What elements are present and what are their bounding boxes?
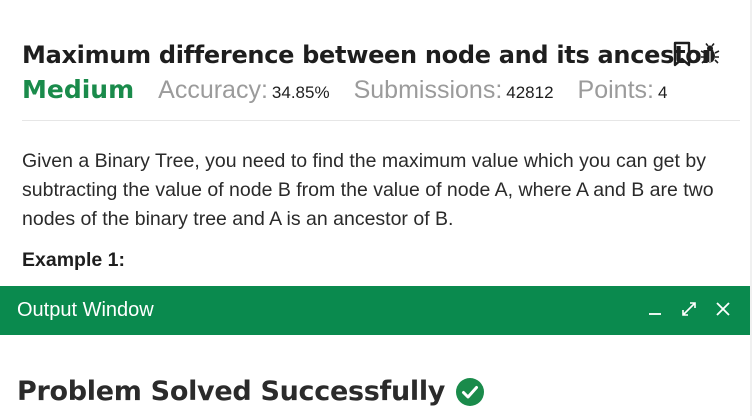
result-row: Problem Solved Successfully xyxy=(17,376,485,407)
output-window-title: Output Window xyxy=(17,299,154,321)
check-circle-icon xyxy=(455,377,485,407)
output-window-header[interactable]: Output Window xyxy=(0,286,752,335)
points-label: Points: xyxy=(577,76,654,104)
bug-icon[interactable] xyxy=(700,43,720,65)
output-window-controls xyxy=(644,298,734,320)
minimize-icon[interactable] xyxy=(644,298,666,320)
close-icon[interactable] xyxy=(712,298,734,320)
bookmark-icon[interactable] xyxy=(672,41,692,67)
accuracy-value: 34.85% xyxy=(271,83,330,102)
problem-panel: Maximum difference between node and its … xyxy=(0,0,752,284)
accuracy-label: Accuracy: xyxy=(158,76,268,104)
points-value: 4 xyxy=(657,83,668,102)
problem-meta: Medium Accuracy: 34.85% Submissions: 428… xyxy=(22,75,691,109)
submissions-label: Submissions: xyxy=(353,76,503,104)
result-message: Problem Solved Successfully xyxy=(17,376,446,407)
divider xyxy=(22,120,740,121)
difficulty-label: Medium xyxy=(22,75,135,104)
problem-title: Maximum difference between node and its … xyxy=(22,41,713,69)
submissions-value: 42812 xyxy=(506,83,554,102)
problem-title-row: Maximum difference between node and its … xyxy=(22,38,742,72)
expand-icon[interactable] xyxy=(678,298,700,320)
example-heading: Example 1: xyxy=(22,249,125,271)
output-window: Output Window Problem Solved Successfull… xyxy=(0,286,752,416)
problem-description: Given a Binary Tree, you need to find th… xyxy=(22,150,714,230)
title-actions xyxy=(672,41,720,67)
